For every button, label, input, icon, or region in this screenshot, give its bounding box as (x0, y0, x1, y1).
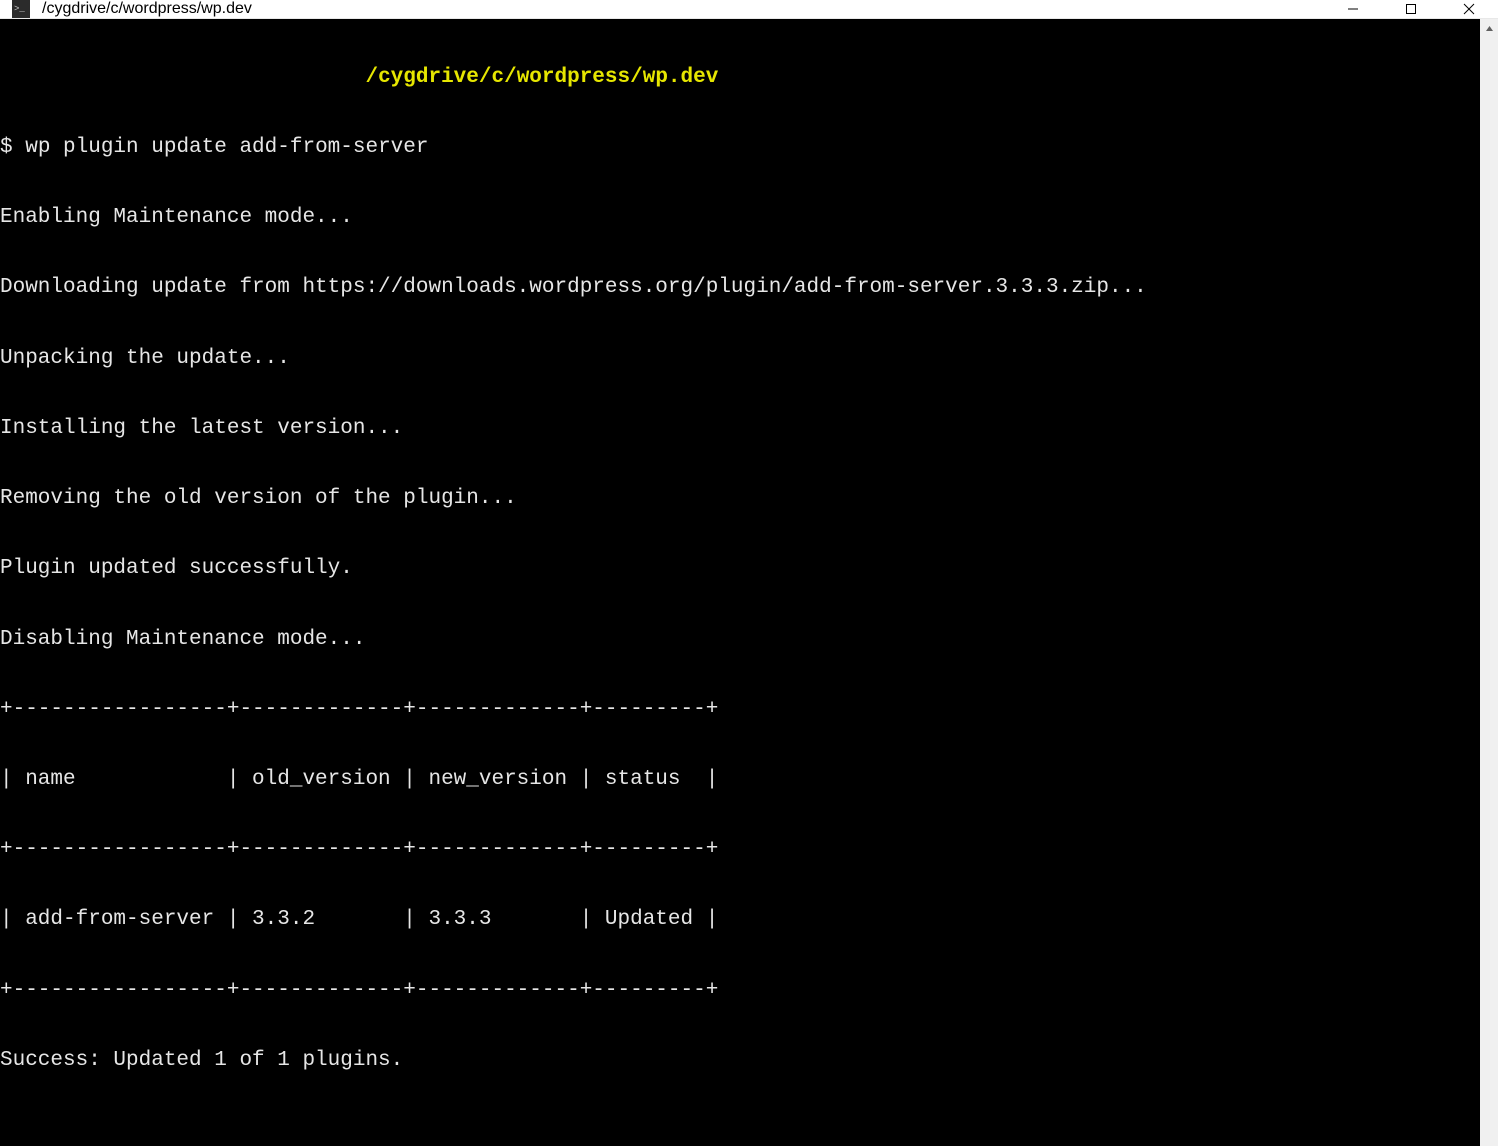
terminal-success-line: Success: Updated 1 of 1 plugins. (0, 1049, 1480, 1072)
terminal-output-line: Plugin updated successfully. (0, 557, 1480, 580)
vertical-scrollbar[interactable] (1480, 19, 1498, 1146)
table-border: +-----------------+-------------+-------… (0, 838, 1480, 861)
terminal-icon: >_ (12, 0, 30, 18)
terminal-command-line: $ wp plugin update add-from-server (0, 136, 1480, 159)
terminal-blank-line (0, 1119, 1480, 1142)
command-text: wp plugin update add-from-server (25, 136, 428, 159)
terminal[interactable]: /cygdrive/c/wordpress/wp.dev $ wp plugin… (0, 19, 1480, 1146)
table-row: | add-from-server | 3.3.2 | 3.3.3 | Upda… (0, 908, 1480, 931)
close-button[interactable] (1440, 0, 1498, 18)
terminal-wrap: /cygdrive/c/wordpress/wp.dev $ wp plugin… (0, 19, 1498, 1146)
minimize-button[interactable] (1324, 0, 1382, 18)
svg-text:>_: >_ (14, 4, 25, 14)
terminal-output-line: Downloading update from https://download… (0, 276, 1480, 299)
table-border: +-----------------+-------------+-------… (0, 979, 1480, 1002)
maximize-button[interactable] (1382, 0, 1440, 18)
terminal-output-line: Removing the old version of the plugin..… (0, 487, 1480, 510)
window-controls (1324, 0, 1498, 18)
prompt-symbol: $ (0, 136, 13, 159)
terminal-output-line: Unpacking the update... (0, 347, 1480, 370)
table-header-row: | name | old_version | new_version | sta… (0, 768, 1480, 791)
window-titlebar: >_ /cygdrive/c/wordpress/wp.dev (0, 0, 1498, 19)
cwd-path: /cygdrive/c/wordpress/wp.dev (365, 66, 718, 89)
window-title: /cygdrive/c/wordpress/wp.dev (42, 0, 1324, 18)
terminal-output-line: Disabling Maintenance mode... (0, 628, 1480, 651)
terminal-cwd-line: /cygdrive/c/wordpress/wp.dev (0, 66, 1480, 89)
terminal-output-line: Enabling Maintenance mode... (0, 206, 1480, 229)
terminal-output-line: Installing the latest version... (0, 417, 1480, 440)
table-border: +-----------------+-------------+-------… (0, 698, 1480, 721)
scroll-up-arrow-icon[interactable] (1480, 19, 1498, 37)
